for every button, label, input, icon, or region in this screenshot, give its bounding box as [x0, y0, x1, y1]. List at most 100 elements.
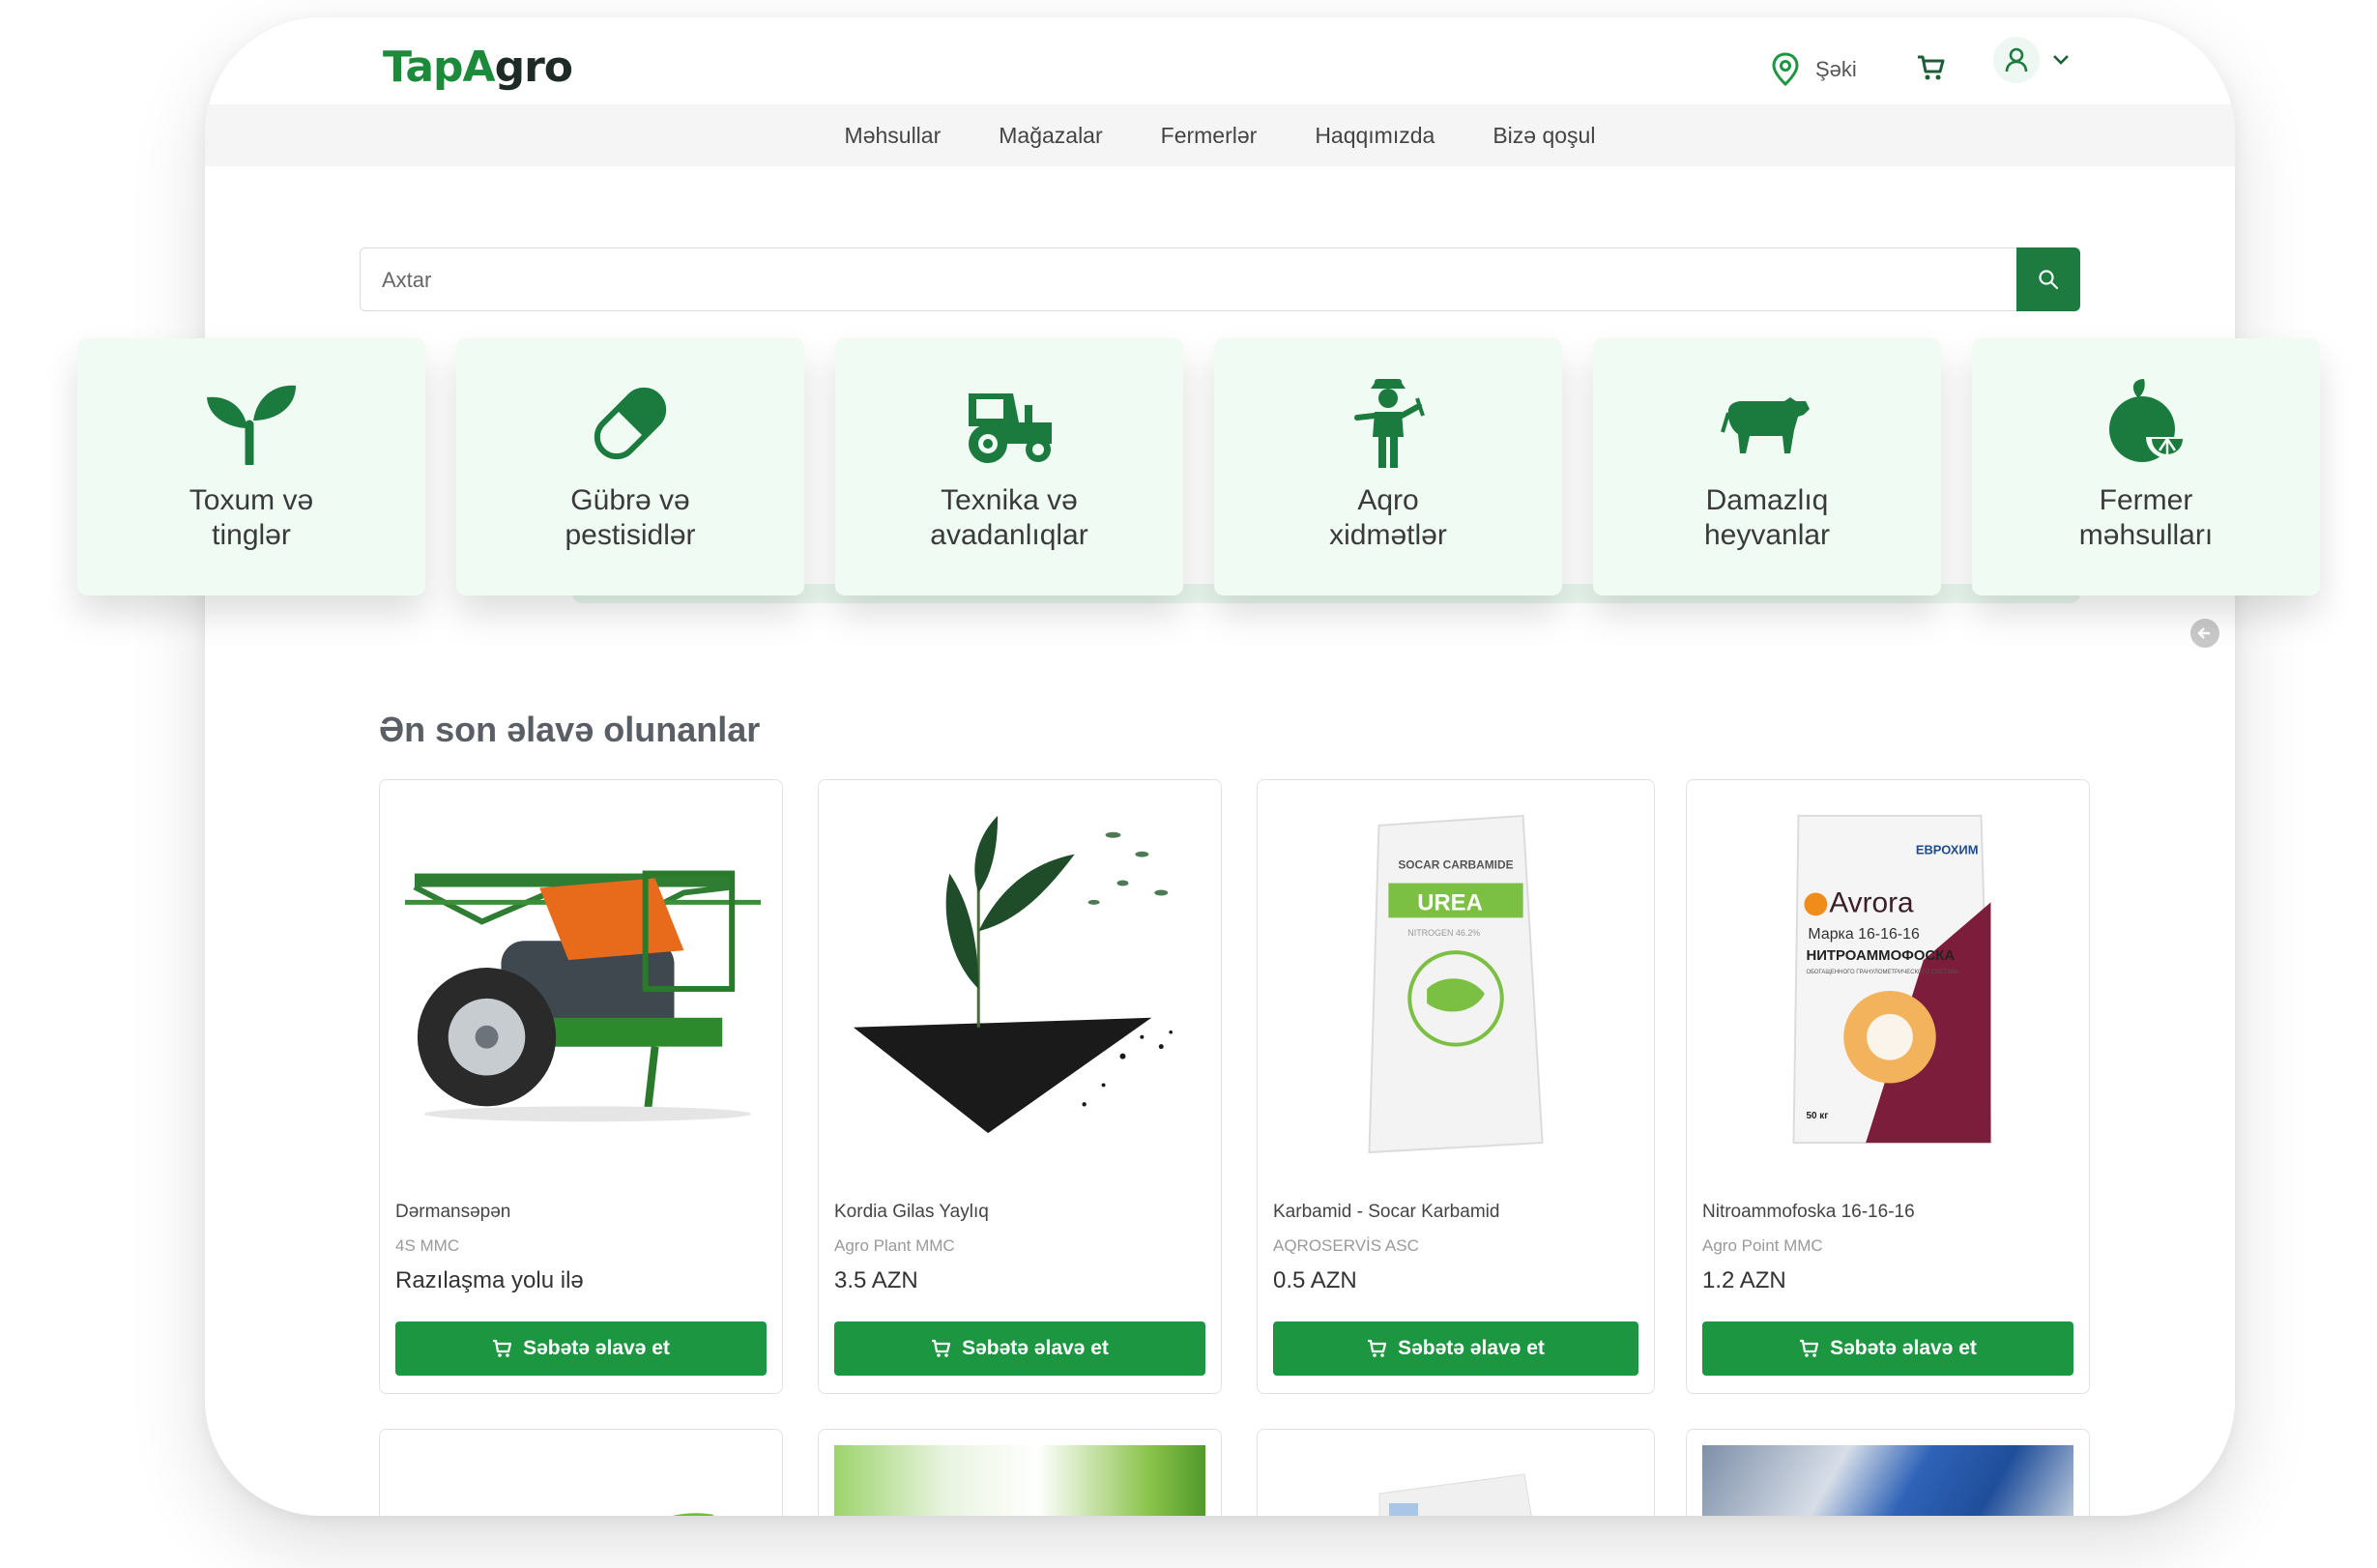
avrora-grade: Марка 16-16-16 — [1808, 926, 1920, 943]
category-label-line2: məhsulları — [2078, 519, 2214, 551]
nav-farmers[interactable]: Fermerlər — [1161, 123, 1258, 149]
product-image-avrora-bag[interactable]: ЕВРОХИМ Avrora Марка 16-16-16 НИТРОАММОФ… — [1702, 796, 2073, 1163]
product-image-green-blur[interactable] — [834, 1445, 1205, 1516]
product-card[interactable]: Dərmansəpən 4S MMC Razılaşma yolu ilə Sə… — [379, 779, 783, 1394]
category-seeds[interactable]: Toxum və tinglər — [77, 338, 425, 595]
avrora-name: Avrora — [1829, 886, 1914, 918]
urea-bag-brand: SOCAR CARBAMIDE — [1398, 858, 1513, 872]
chevron-down-icon[interactable] — [2051, 53, 2071, 67]
category-livestock[interactable]: Damazlıq heyvanlar — [1593, 338, 1941, 595]
carousel-prev-button[interactable] — [2190, 619, 2219, 648]
product-card[interactable]: SOCAR CARBAMIDE UREA NITROGEN 46.2% Karb… — [1257, 779, 1655, 1394]
avrora-product: НИТРОАММОФОСКА — [1806, 947, 1955, 964]
fruit-icon — [2109, 379, 2189, 462]
category-farm-products[interactable]: Fermer məhsulları — [1972, 338, 2320, 595]
product-card[interactable]: ЕВРОХИМ Avrora Марка 16-16-16 НИТРОАММОФ… — [1686, 779, 2090, 1394]
product-name[interactable]: Kordia Gilas Yaylıq — [834, 1202, 989, 1223]
add-to-cart-label: Səbətə əlavə et — [523, 1337, 670, 1359]
add-to-cart-label: Səbətə əlavə et — [962, 1337, 1109, 1359]
category-label-line2: avadanlıqlar — [930, 519, 1088, 551]
logo-part-a: A — [462, 43, 496, 92]
nav-join[interactable]: Bizə qoşul — [1493, 123, 1595, 149]
product-image-lab-gloves[interactable] — [1702, 1445, 2073, 1516]
category-fertilizers[interactable]: Gübrə və pestisidlər — [456, 338, 804, 595]
add-to-cart-button[interactable]: Səbətə əlavə et — [1702, 1321, 2073, 1376]
category-machinery[interactable]: Texnika və avadanlıqlar — [835, 338, 1183, 595]
avrora-maker: ЕВРОХИМ — [1916, 843, 1979, 857]
product-image-sprayer[interactable] — [395, 796, 767, 1163]
nav-stores[interactable]: Mağazalar — [999, 123, 1102, 149]
category-label-line2: pestisidlər — [565, 519, 696, 551]
cow-icon — [1721, 397, 1810, 453]
category-label-line1: Gübrə və — [570, 484, 690, 516]
tractor-icon — [969, 393, 1052, 463]
product-image-leaf[interactable] — [395, 1445, 767, 1516]
category-label-line2: xidmətlər — [1329, 519, 1447, 551]
location-pin-icon — [1772, 52, 1799, 87]
category-agro-services[interactable]: Aqro xidmətlər — [1214, 338, 1562, 595]
nav-about[interactable]: Haqqımızda — [1315, 123, 1435, 149]
main-nav: Məhsullar Mağazalar Fermerlər Haqqımızda… — [205, 104, 2235, 166]
category-label-line1: Damazlıq — [1705, 484, 1829, 516]
product-image-urea-bag[interactable]: SOCAR CARBAMIDE UREA NITROGEN 46.2% — [1273, 796, 1638, 1163]
product-card[interactable] — [379, 1429, 783, 1516]
user-menu[interactable] — [1993, 37, 2071, 83]
capsule-icon — [594, 387, 667, 460]
search-button[interactable] — [2016, 247, 2080, 311]
cart-icon — [932, 1339, 951, 1357]
product-card[interactable] — [1686, 1429, 2090, 1516]
category-carousel-arrows — [2190, 619, 2235, 648]
search-input[interactable] — [361, 248, 2027, 312]
add-to-cart-label: Səbətə əlavə et — [1398, 1337, 1545, 1359]
category-label-line1: Fermer — [2099, 484, 2193, 516]
add-to-cart-button[interactable]: Səbətə əlavə et — [395, 1321, 767, 1376]
cart-button[interactable] — [1916, 54, 1945, 86]
logo-part-tap: Tap — [383, 43, 464, 92]
product-card[interactable] — [818, 1429, 1222, 1516]
search-icon — [2039, 270, 2059, 290]
brand-logo[interactable]: TapAgro — [383, 43, 573, 92]
avrora-desc: ОБОГАЩЕННОГО ГРАНУЛОМЕТРИЧЕСКОГО СОСТАВА — [1806, 970, 1957, 975]
avrora-weight: 50 кг — [1806, 1111, 1828, 1121]
location-label: Şəki — [1815, 57, 1857, 81]
product-name[interactable]: Karbamid - Socar Karbamid — [1273, 1202, 1499, 1223]
sprout-icon — [207, 385, 296, 465]
cart-icon — [493, 1339, 512, 1357]
cart-icon — [1368, 1339, 1387, 1357]
section-title: Ən son əlavə olunanlar — [379, 710, 761, 749]
avatar[interactable] — [1993, 37, 2040, 83]
category-label-line1: Texnika və — [941, 484, 1078, 516]
nav-products[interactable]: Məhsullar — [845, 123, 942, 149]
location-selector[interactable]: Şəki — [1771, 52, 1857, 87]
product-name[interactable]: Dərmansəpən — [395, 1202, 510, 1223]
app-window: TapAgro Şəki Məhsullar Mağazalar Fermerl… — [205, 17, 2235, 1516]
category-label-line2: tinglər — [212, 519, 291, 551]
category-label-line1: Aqro — [1357, 484, 1419, 516]
urea-bag-label: UREA — [1417, 889, 1483, 915]
product-store[interactable]: 4S MMC — [395, 1236, 459, 1256]
product-price: Razılaşma yolu ilə — [395, 1267, 584, 1293]
product-price: 3.5 AZN — [834, 1267, 918, 1293]
farmer-icon — [1354, 379, 1425, 468]
add-to-cart-label: Səbətə əlavə et — [1830, 1337, 1977, 1359]
logo-part-gro: gro — [494, 43, 573, 92]
product-store[interactable]: Agro Plant MMC — [834, 1236, 955, 1256]
category-label-line2: heyvanlar — [1703, 519, 1831, 551]
urea-bag-sub: NITROGEN 46.2% — [1407, 928, 1480, 938]
cart-icon — [1800, 1339, 1819, 1357]
add-to-cart-button[interactable]: Səbətə əlavə et — [834, 1321, 1205, 1376]
add-to-cart-button[interactable]: Səbətə əlavə et — [1273, 1321, 1638, 1376]
product-image-package[interactable] — [1273, 1445, 1638, 1516]
product-store[interactable]: AQROSERVİS ASC — [1273, 1236, 1419, 1256]
arrow-left-icon — [2197, 627, 2210, 639]
product-price: 0.5 AZN — [1273, 1267, 1357, 1293]
product-store[interactable]: Agro Point MMC — [1702, 1236, 1823, 1256]
product-card[interactable] — [1257, 1429, 1655, 1516]
search-bar — [360, 247, 2080, 312]
category-label-line1: Toxum və — [188, 484, 314, 516]
product-image-seedling[interactable] — [834, 796, 1205, 1163]
product-name[interactable]: Nitroammofoska 16-16-16 — [1702, 1202, 1915, 1223]
product-card[interactable]: Kordia Gilas Yaylıq Agro Plant MMC 3.5 A… — [818, 779, 1222, 1394]
cart-icon — [1918, 55, 1945, 80]
product-price: 1.2 AZN — [1702, 1267, 1786, 1293]
